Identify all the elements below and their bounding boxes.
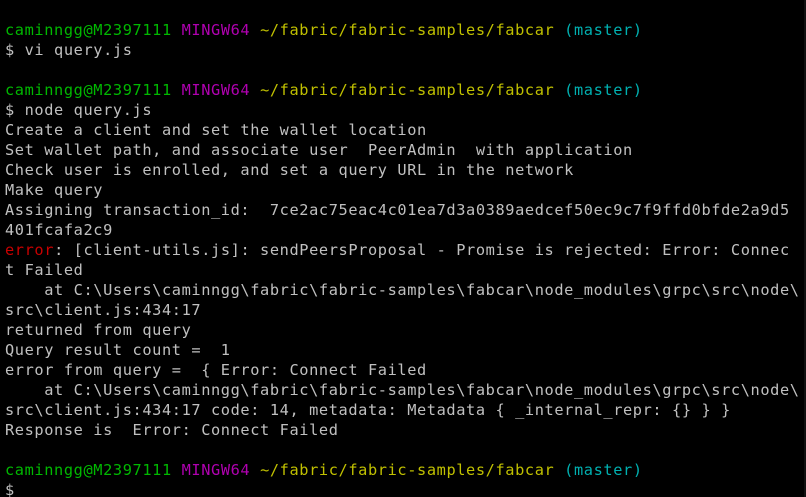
output-line: returned from query bbox=[5, 321, 192, 339]
input-line[interactable]: $ bbox=[5, 480, 806, 497]
output-line: at C:\Users\caminngg\fabric\fabric-sampl… bbox=[5, 281, 800, 299]
output-line: error from query = { Error: Connect Fail… bbox=[5, 361, 427, 379]
prompt-symbol: $ bbox=[5, 481, 15, 497]
prompt-path: ~/fabric/fabric-samples/fabcar bbox=[260, 461, 555, 479]
output-line: Set wallet path, and associate user Peer… bbox=[5, 141, 633, 159]
prompt-env: MINGW64 bbox=[181, 21, 251, 39]
output-line: 401fcafa2c9 bbox=[5, 221, 113, 239]
command-line: $ vi query.js bbox=[5, 41, 133, 59]
prompt-branch: (master) bbox=[564, 21, 643, 39]
prompt-user: caminngg@M2397111 bbox=[5, 21, 172, 39]
terminal-output: caminngg@M2397111 MINGW64 ~/fabric/fabri… bbox=[5, 20, 806, 497]
output-line: Assigning transaction_id: 7ce2ac75eac4c0… bbox=[5, 201, 790, 219]
output-line: Query result count = 1 bbox=[5, 341, 231, 359]
error-text: : [client-utils.js]: sendPeersProposal -… bbox=[54, 241, 790, 259]
prompt-line: caminngg@M2397111 MINGW64 ~/fabric/fabri… bbox=[5, 460, 806, 480]
prompt-line: caminngg@M2397111 MINGW64 ~/fabric/fabri… bbox=[5, 20, 806, 40]
prompt-env: MINGW64 bbox=[181, 461, 251, 479]
command-line: $ node query.js bbox=[5, 101, 153, 119]
terminal-window[interactable]: caminngg@M2397111 MINGW64 ~/fabric/fabri… bbox=[0, 0, 806, 497]
output-line: Check user is enrolled, and set a query … bbox=[5, 161, 574, 179]
output-line: Create a client and set the wallet locat… bbox=[5, 121, 427, 139]
prompt-path: ~/fabric/fabric-samples/fabcar bbox=[260, 21, 555, 39]
prompt-line: caminngg@M2397111 MINGW64 ~/fabric/fabri… bbox=[5, 80, 806, 100]
prompt-branch: (master) bbox=[564, 461, 643, 479]
output-line: Response is Error: Connect Failed bbox=[5, 421, 339, 439]
prompt-user: caminngg@M2397111 bbox=[5, 461, 172, 479]
prompt-user: caminngg@M2397111 bbox=[5, 81, 172, 99]
output-line: at C:\Users\caminngg\fabric\fabric-sampl… bbox=[5, 381, 800, 399]
output-line: src\client.js:434:17 bbox=[5, 301, 202, 319]
output-line: t Failed bbox=[5, 261, 84, 279]
output-line: src\client.js:434:17 code: 14, metadata:… bbox=[5, 401, 731, 419]
prompt-path: ~/fabric/fabric-samples/fabcar bbox=[260, 81, 555, 99]
prompt-env: MINGW64 bbox=[181, 81, 251, 99]
prompt-branch: (master) bbox=[564, 81, 643, 99]
output-line: Make query bbox=[5, 181, 104, 199]
error-label: error bbox=[5, 241, 55, 259]
error-line: error: [client-utils.js]: sendPeersPropo… bbox=[5, 240, 806, 260]
